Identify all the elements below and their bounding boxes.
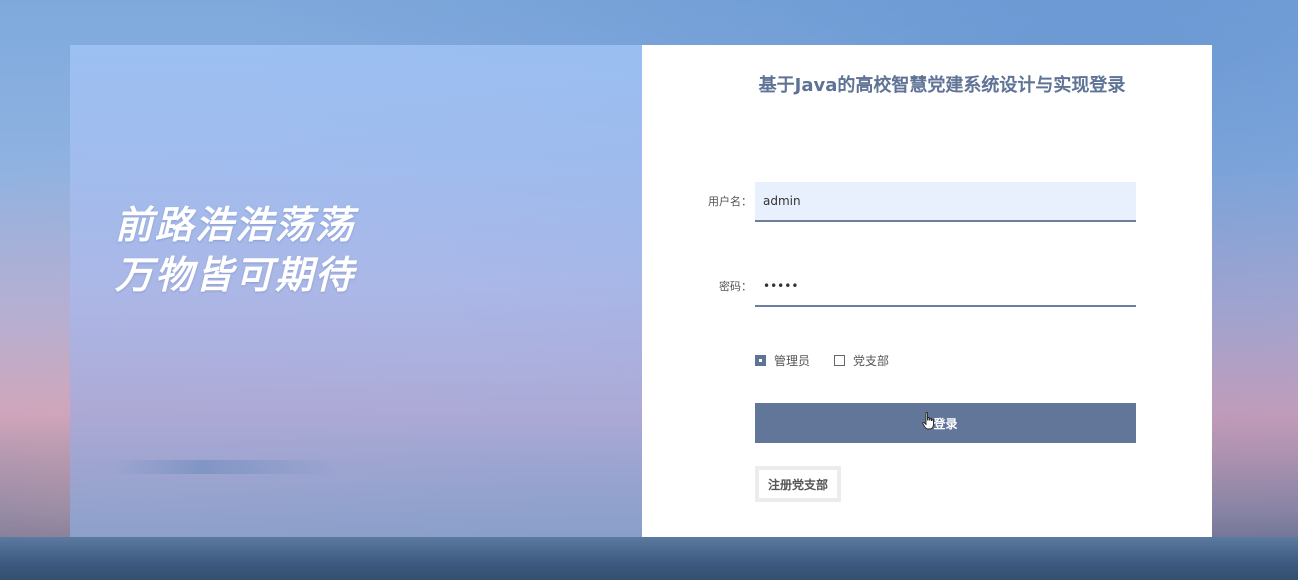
username-row: 用户名： xyxy=(642,182,1212,222)
role-branch-label: 党支部 xyxy=(853,353,890,368)
role-admin-label: 管理员 xyxy=(774,353,811,368)
password-input[interactable] xyxy=(755,267,1136,307)
login-title: 基于Java的高校智慧党建系统设计与实现登录 xyxy=(758,75,1126,96)
login-button[interactable]: 登录 xyxy=(755,403,1136,443)
password-label: 密码： xyxy=(719,280,752,293)
role-admin[interactable]: 管理员 xyxy=(755,352,810,369)
slogan: 前路浩浩荡荡 万物皆可期待 xyxy=(115,200,515,300)
password-row: 密码： xyxy=(642,267,1212,307)
role-branch[interactable]: 党支部 xyxy=(834,352,889,369)
username-input[interactable] xyxy=(755,182,1136,222)
background-sea xyxy=(0,537,1298,580)
slogan-line-2: 万物皆可期待 xyxy=(115,253,356,297)
slogan-line-1: 前路浩浩荡荡 xyxy=(115,203,356,247)
username-label: 用户名： xyxy=(708,195,752,208)
register-branch-button[interactable]: 注册党支部 xyxy=(755,466,841,502)
checkbox-unchecked-icon[interactable] xyxy=(834,354,846,366)
login-panel: 基于Java的高校智慧党建系统设计与实现登录 用户名： 密码： 管理员 党支部 … xyxy=(642,45,1212,537)
checkbox-checked-icon[interactable] xyxy=(755,354,766,366)
role-selector: 管理员 党支部 xyxy=(755,351,913,369)
banner-decoration xyxy=(110,460,340,474)
